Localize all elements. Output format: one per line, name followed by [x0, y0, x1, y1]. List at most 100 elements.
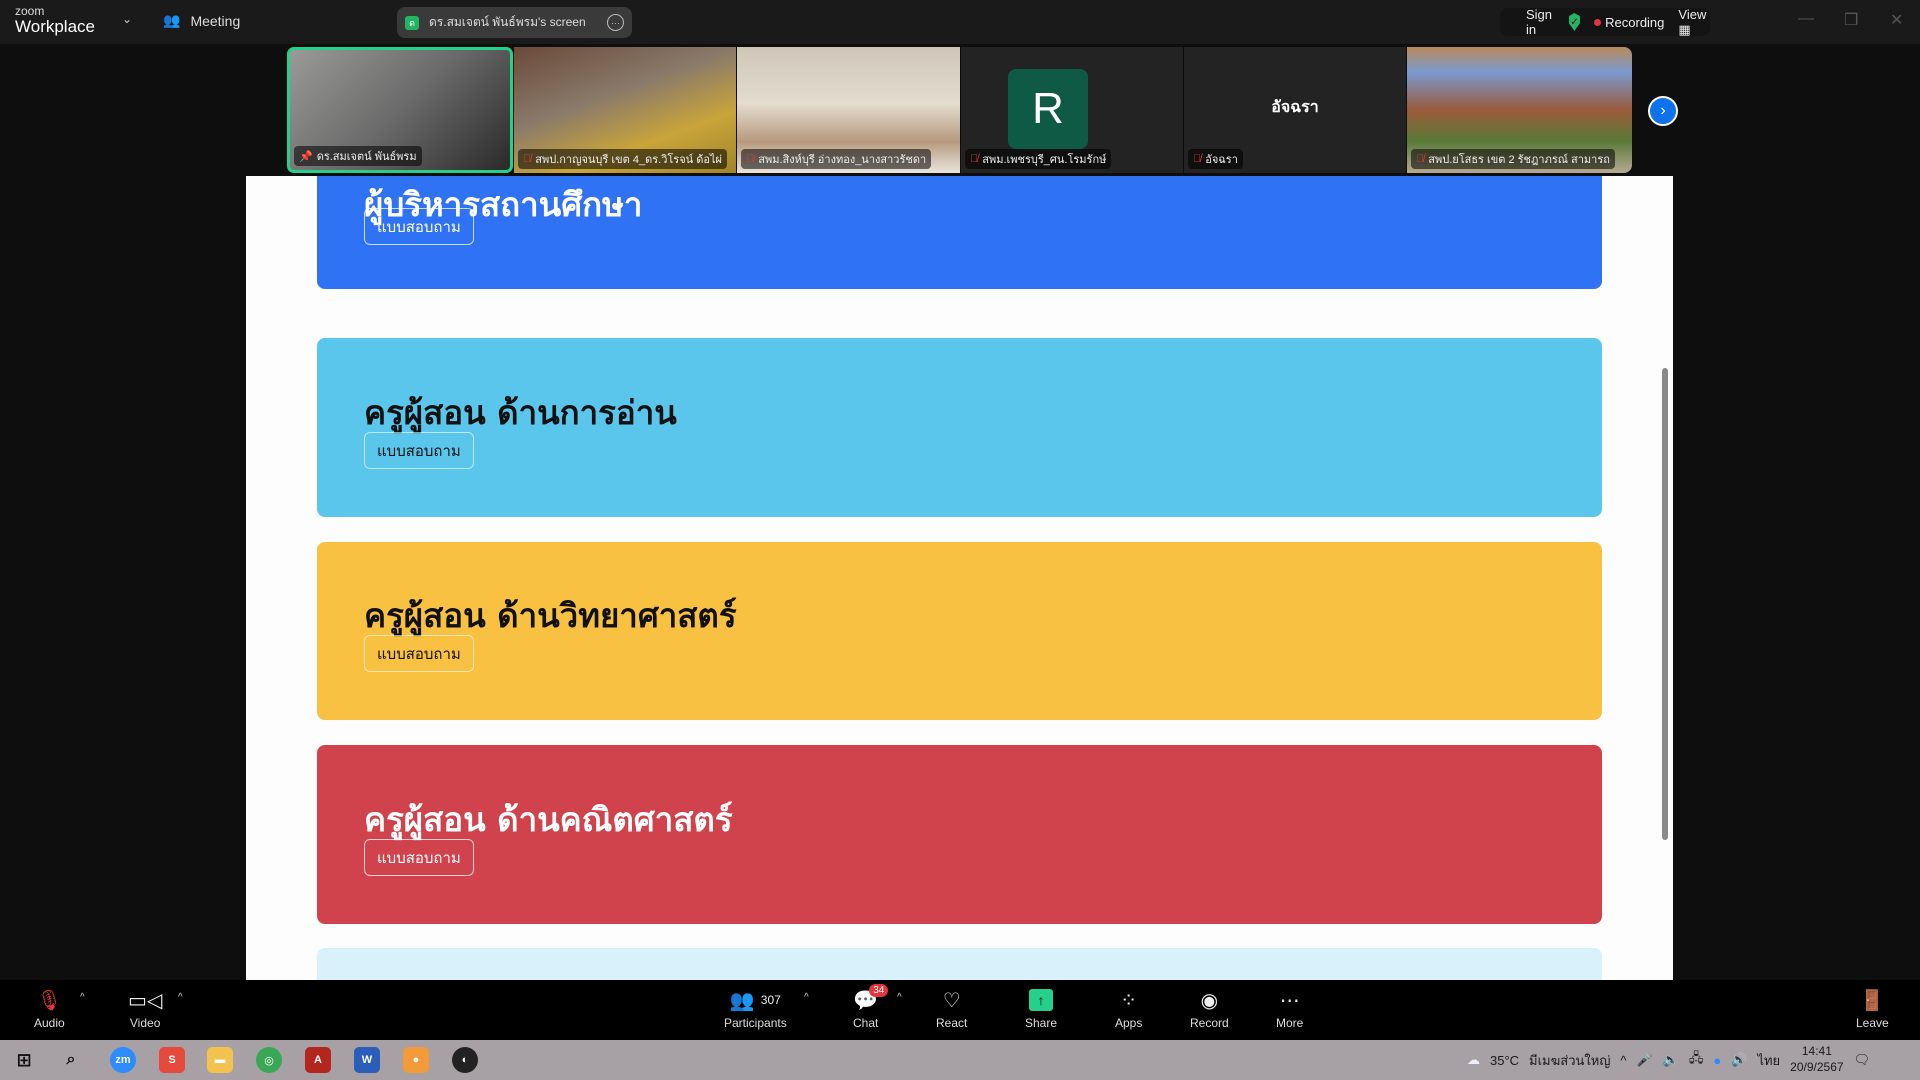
windows-taskbar: ⊞ ⌕ zm S ▬ ◎ A W ● ◐ ☁ 35°C มีเมฆส่วนใหญ…	[0, 1040, 1920, 1080]
mic-muted-icon: 🎙	[36, 989, 63, 1012]
participant-display-name: อัจฉรา	[1271, 99, 1319, 116]
close-icon[interactable]: ✕	[1890, 10, 1903, 30]
participant-name-label: 🎙̸ สพป.ยโสธร เขต 2 รัชฎาภรณ์ สามารถ	[1411, 149, 1615, 169]
record-button[interactable]: ◉ Record	[1190, 988, 1229, 1031]
language-indicator[interactable]: ไทย	[1757, 1050, 1780, 1071]
mic-muted-icon: 🎙̸	[970, 153, 979, 165]
video-camera-icon: ▭◁	[128, 989, 163, 1012]
capture-app-icon[interactable]: ●	[403, 1047, 429, 1073]
mic-muted-icon: 🎙̸	[1193, 153, 1202, 165]
leave-button[interactable]: 🚪 Leave	[1856, 988, 1889, 1031]
pin-icon: 📌	[299, 150, 313, 163]
microphone-icon[interactable]: 🎤	[1637, 1052, 1653, 1068]
survey-button[interactable]: แบบสอบถาม	[364, 432, 474, 469]
survey-card-administrators: ผู้บริหารสถานศึกษา แบบสอบถาม	[317, 176, 1602, 289]
more-button[interactable]: ⋯ More	[1276, 988, 1303, 1031]
zoom-app-icon[interactable]: zm	[110, 1047, 136, 1073]
participant-avatar: R	[1008, 69, 1088, 149]
meeting-status-pill: Sign in ✓ Recording View ▦	[1500, 7, 1710, 38]
participant-name-label: 🎙̸ สพป.กาญจนบุรี เขต 4_ดร.วิโรจน์ ด้อไผ่	[518, 149, 727, 169]
chevron-right-icon: ›	[1660, 102, 1666, 119]
meeting-controls-toolbar: 🎙 Audio ^ ▭◁ Video ^ 👥 307 Participants ^ 💬 3…	[0, 980, 1920, 1040]
survey-button[interactable]: แบบสอบถาม	[364, 635, 474, 672]
participant-name-label: 🎙̸ สพม.เพชรบุรี_ศน.โรมรักษ์	[965, 149, 1112, 169]
next-page-button[interactable]: ›	[1648, 96, 1678, 126]
chevron-down-icon[interactable]: ⌄	[122, 12, 132, 26]
sharer-initial-badge: ด	[405, 15, 419, 30]
minimize-icon[interactable]: —	[1798, 10, 1814, 28]
word-app-icon[interactable]: W	[354, 1047, 380, 1073]
participant-tile[interactable]: 🎙̸ สพป.ยโสธร เขต 2 รัชฎาภรณ์ สามารถ	[1407, 47, 1632, 173]
obs-app-icon[interactable]: ◐	[452, 1047, 478, 1073]
recording-dot-icon	[1594, 18, 1602, 26]
participant-name-label: 🎙̸ อัจฉรา	[1188, 149, 1243, 169]
clock[interactable]: 14:41 20/9/2567	[1790, 1044, 1843, 1075]
survey-card-math-teachers: ครูผู้สอน ด้านคณิตศาสตร์ แบบสอบถาม	[317, 745, 1602, 924]
share-button[interactable]: ↑ Share	[1025, 988, 1057, 1030]
zoom-title-bar: zoom Workplace ⌄ 👥 Meeting ด ดร.สมเจตน์ …	[0, 0, 1920, 44]
network-icon[interactable]: 🖧	[1689, 1049, 1704, 1071]
screen-share-indicator[interactable]: ด ดร.สมเจตน์ พันธ์พรม's screen ···	[397, 7, 632, 38]
participants-count: 307	[760, 993, 781, 1007]
chat-button[interactable]: 💬 34 Chat	[853, 984, 889, 1030]
page-scrollbar[interactable]	[1662, 368, 1668, 840]
grid-view-icon: ▦	[1678, 21, 1691, 37]
snagit-app-icon[interactable]: S	[159, 1047, 185, 1073]
apps-button[interactable]: ⁘ Apps	[1115, 988, 1142, 1031]
sign-in-button[interactable]: Sign in	[1526, 7, 1555, 37]
speaker-icon[interactable]: 🔈	[1663, 1052, 1679, 1068]
leave-door-icon: 🚪	[1859, 989, 1885, 1012]
mic-muted-icon: 🎙̸	[746, 153, 755, 165]
restore-icon[interactable]: ❐	[1844, 10, 1858, 30]
mic-muted-icon: 🎙̸	[1416, 153, 1425, 165]
security-shield-icon[interactable]: ✓	[1568, 13, 1581, 31]
notifications-icon[interactable]: 🗨	[1854, 1052, 1871, 1068]
acrobat-app-icon[interactable]: A	[305, 1047, 331, 1073]
record-icon: ◉	[1200, 989, 1219, 1012]
participant-name-label: 🎙̸ สพม.สิงห์บุรี อ่างทอง_นางสาวรัชดา	[741, 149, 932, 169]
shared-screen-content: ผู้บริหารสถานศึกษา แบบสอบถาม ครูผู้สอน ด…	[246, 176, 1673, 980]
audio-button[interactable]: 🎙 Audio	[34, 988, 65, 1031]
weather-cloud-icon[interactable]: ☁	[1467, 1052, 1480, 1068]
participants-icon: 👥	[729, 989, 755, 1012]
meeting-people-icon: 👥	[163, 12, 181, 28]
search-icon[interactable]: ⌕	[58, 1047, 84, 1073]
participant-name-label: 📌 ดร.สมเจตน์ พันธ์พรม	[294, 146, 422, 166]
zoom-tray-icon[interactable]: ●	[1713, 1053, 1721, 1068]
share-arrow-icon: ↑	[1029, 989, 1054, 1011]
chat-unread-badge: 34	[869, 984, 889, 997]
participant-tile[interactable]: 📌 ดร.สมเจตน์ พันธ์พรม	[287, 47, 513, 173]
survey-card-reading-teachers: ครูผู้สอน ด้านการอ่าน แบบสอบถาม	[317, 338, 1602, 517]
more-options-icon[interactable]: ···	[607, 14, 624, 31]
zoom-workplace-logo: zoom Workplace	[15, 4, 95, 36]
participant-video-strip: 📌 ดร.สมเจตน์ พันธ์พรม 🎙̸ สพป.กาญจนบุรี เขต…	[0, 44, 1920, 176]
windows-start-icon[interactable]: ⊞	[11, 1047, 37, 1073]
survey-card-partial	[317, 948, 1602, 980]
meeting-menu[interactable]: 👥 Meeting	[163, 12, 240, 29]
system-tray: ☁ 35°C มีเมฆส่วนใหญ่ ^ 🎤 🔈 🖧 ● 🔊 ไทย 14:…	[1467, 1040, 1870, 1080]
survey-button[interactable]: แบบสอบถาม	[364, 208, 474, 245]
participant-tile[interactable]: อัจฉรา 🎙̸ อัจฉรา	[1184, 47, 1406, 173]
weather-temp[interactable]: 35°C	[1490, 1053, 1519, 1068]
more-dots-icon: ⋯	[1279, 989, 1300, 1012]
mic-muted-icon: 🎙̸	[523, 153, 532, 165]
chat-options-caret[interactable]: ^	[897, 992, 902, 1003]
survey-button[interactable]: แบบสอบถาม	[364, 839, 474, 876]
audio-options-caret[interactable]: ^	[80, 992, 85, 1003]
view-button[interactable]: View ▦	[1678, 7, 1710, 38]
file-explorer-icon[interactable]: ▬	[207, 1047, 233, 1073]
participant-tile[interactable]: R 🎙̸ สพม.เพชรบุรี_ศน.โรมรักษ์	[961, 47, 1183, 173]
recording-indicator[interactable]: Recording	[1594, 15, 1664, 30]
heart-icon: ♡	[942, 989, 961, 1012]
video-options-caret[interactable]: ^	[178, 992, 183, 1003]
show-hidden-icons-chevron[interactable]: ^	[1620, 1053, 1626, 1068]
react-button[interactable]: ♡ React	[936, 988, 967, 1031]
participants-options-caret[interactable]: ^	[804, 992, 809, 1003]
video-button[interactable]: ▭◁ Video	[128, 988, 163, 1031]
weather-description[interactable]: มีเมฆส่วนใหญ่	[1529, 1050, 1610, 1071]
chrome-app-icon[interactable]: ◎	[256, 1047, 282, 1073]
volume-icon[interactable]: 🔊	[1731, 1052, 1747, 1068]
participants-button[interactable]: 👥 307 Participants	[724, 988, 787, 1031]
participant-tile[interactable]: 🎙̸ สพม.สิงห์บุรี อ่างทอง_นางสาวรัชดา	[737, 47, 960, 173]
participant-tile[interactable]: 🎙̸ สพป.กาญจนบุรี เขต 4_ดร.วิโรจน์ ด้อไผ่	[514, 47, 736, 173]
